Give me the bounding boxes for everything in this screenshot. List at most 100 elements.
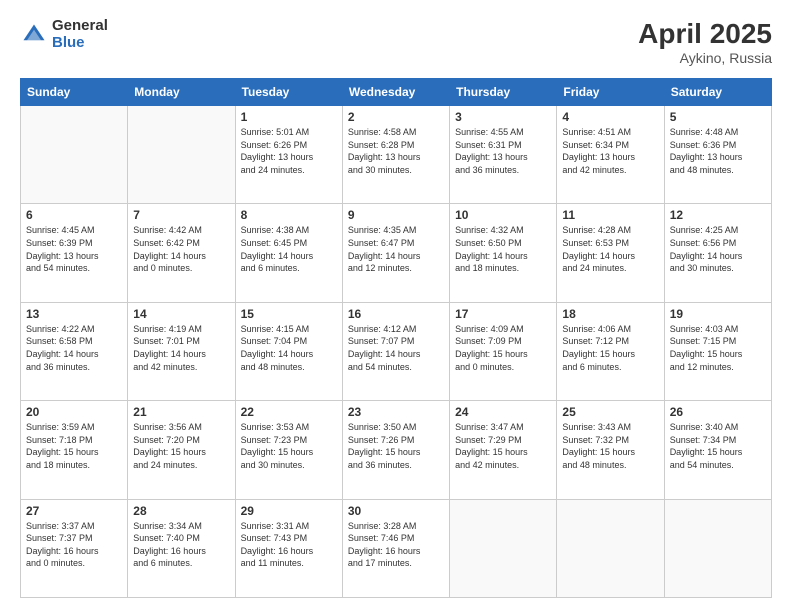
day-number: 26 <box>670 405 766 419</box>
day-info: Sunrise: 4:48 AM Sunset: 6:36 PM Dayligh… <box>670 126 766 176</box>
day-info: Sunrise: 4:15 AM Sunset: 7:04 PM Dayligh… <box>241 323 337 373</box>
calendar-day-cell: 4 Sunrise: 4:51 AM Sunset: 6:34 PM Daylig… <box>557 106 664 204</box>
day-number: 1 <box>241 110 337 124</box>
calendar-week-row: 6 Sunrise: 4:45 AM Sunset: 6:39 PM Daylig… <box>21 204 772 302</box>
logo: General Blue <box>20 18 108 51</box>
calendar-day-cell: 12 Sunrise: 4:25 AM Sunset: 6:56 PM Dayli… <box>664 204 771 302</box>
day-number: 4 <box>562 110 658 124</box>
day-info: Sunrise: 4:42 AM Sunset: 6:42 PM Dayligh… <box>133 224 229 274</box>
day-number: 19 <box>670 307 766 321</box>
title-location: Aykino, Russia <box>638 50 772 66</box>
calendar-day-cell: 1Sunrise: 5:01 AM Sunset: 6:26 PM Daylig… <box>235 106 342 204</box>
day-info: Sunrise: 4:12 AM Sunset: 7:07 PM Dayligh… <box>348 323 444 373</box>
calendar-day-cell: 7 Sunrise: 4:42 AM Sunset: 6:42 PM Daylig… <box>128 204 235 302</box>
header-cell-monday: Monday <box>128 79 235 106</box>
day-number: 29 <box>241 504 337 518</box>
calendar-day-cell: 13 Sunrise: 4:22 AM Sunset: 6:58 PM Dayli… <box>21 302 128 400</box>
day-number: 27 <box>26 504 122 518</box>
day-info: Sunrise: 4:25 AM Sunset: 6:56 PM Dayligh… <box>670 224 766 274</box>
calendar-day-cell: 6 Sunrise: 4:45 AM Sunset: 6:39 PM Daylig… <box>21 204 128 302</box>
day-info: Sunrise: 4:22 AM Sunset: 6:58 PM Dayligh… <box>26 323 122 373</box>
logo-text: General Blue <box>52 18 108 51</box>
day-number: 16 <box>348 307 444 321</box>
day-number: 6 <box>26 208 122 222</box>
day-number: 30 <box>348 504 444 518</box>
day-info: Sunrise: 4:58 AM Sunset: 6:28 PM Dayligh… <box>348 126 444 176</box>
header: General Blue April 2025 Aykino, Russia <box>20 18 772 66</box>
calendar-day-cell: 9 Sunrise: 4:35 AM Sunset: 6:47 PM Daylig… <box>342 204 449 302</box>
day-number: 11 <box>562 208 658 222</box>
day-info: Sunrise: 4:19 AM Sunset: 7:01 PM Dayligh… <box>133 323 229 373</box>
day-info: Sunrise: 4:38 AM Sunset: 6:45 PM Dayligh… <box>241 224 337 274</box>
day-info: Sunrise: 3:34 AM Sunset: 7:40 PM Dayligh… <box>133 520 229 570</box>
day-info: Sunrise: 4:06 AM Sunset: 7:12 PM Dayligh… <box>562 323 658 373</box>
day-number: 13 <box>26 307 122 321</box>
day-number: 17 <box>455 307 551 321</box>
calendar-day-cell: 25 Sunrise: 3:43 AM Sunset: 7:32 PM Dayli… <box>557 401 664 499</box>
day-info: Sunrise: 3:53 AM Sunset: 7:23 PM Dayligh… <box>241 421 337 471</box>
day-number: 9 <box>348 208 444 222</box>
calendar-day-cell <box>21 106 128 204</box>
header-cell-thursday: Thursday <box>450 79 557 106</box>
calendar-day-cell <box>557 499 664 597</box>
calendar-day-cell <box>450 499 557 597</box>
logo-general-text: General <box>52 18 108 35</box>
header-row: SundayMondayTuesdayWednesdayThursdayFrid… <box>21 79 772 106</box>
header-cell-wednesday: Wednesday <box>342 79 449 106</box>
day-number: 18 <box>562 307 658 321</box>
header-cell-saturday: Saturday <box>664 79 771 106</box>
day-number: 5 <box>670 110 766 124</box>
day-number: 24 <box>455 405 551 419</box>
calendar-day-cell: 8Sunrise: 4:38 AM Sunset: 6:45 PM Daylig… <box>235 204 342 302</box>
day-info: Sunrise: 4:03 AM Sunset: 7:15 PM Dayligh… <box>670 323 766 373</box>
calendar-week-row: 27 Sunrise: 3:37 AM Sunset: 7:37 PM Dayli… <box>21 499 772 597</box>
calendar-day-cell: 28 Sunrise: 3:34 AM Sunset: 7:40 PM Dayli… <box>128 499 235 597</box>
day-info: Sunrise: 3:50 AM Sunset: 7:26 PM Dayligh… <box>348 421 444 471</box>
day-number: 25 <box>562 405 658 419</box>
day-info: Sunrise: 3:56 AM Sunset: 7:20 PM Dayligh… <box>133 421 229 471</box>
day-number: 28 <box>133 504 229 518</box>
title-month: April 2025 <box>638 18 772 50</box>
day-number: 12 <box>670 208 766 222</box>
header-cell-tuesday: Tuesday <box>235 79 342 106</box>
calendar-day-cell: 30 Sunrise: 3:28 AM Sunset: 7:46 PM Dayli… <box>342 499 449 597</box>
day-info: Sunrise: 3:59 AM Sunset: 7:18 PM Dayligh… <box>26 421 122 471</box>
day-info: Sunrise: 3:47 AM Sunset: 7:29 PM Dayligh… <box>455 421 551 471</box>
day-number: 23 <box>348 405 444 419</box>
day-info: Sunrise: 3:37 AM Sunset: 7:37 PM Dayligh… <box>26 520 122 570</box>
day-info: Sunrise: 4:51 AM Sunset: 6:34 PM Dayligh… <box>562 126 658 176</box>
calendar-day-cell: 21Sunrise: 3:56 AM Sunset: 7:20 PM Dayli… <box>128 401 235 499</box>
day-info: Sunrise: 3:31 AM Sunset: 7:43 PM Dayligh… <box>241 520 337 570</box>
day-info: Sunrise: 4:45 AM Sunset: 6:39 PM Dayligh… <box>26 224 122 274</box>
day-info: Sunrise: 4:09 AM Sunset: 7:09 PM Dayligh… <box>455 323 551 373</box>
day-number: 7 <box>133 208 229 222</box>
day-info: Sunrise: 3:43 AM Sunset: 7:32 PM Dayligh… <box>562 421 658 471</box>
day-info: Sunrise: 4:55 AM Sunset: 6:31 PM Dayligh… <box>455 126 551 176</box>
calendar-day-cell: 14Sunrise: 4:19 AM Sunset: 7:01 PM Dayli… <box>128 302 235 400</box>
header-cell-friday: Friday <box>557 79 664 106</box>
calendar-day-cell: 29 Sunrise: 3:31 AM Sunset: 7:43 PM Dayli… <box>235 499 342 597</box>
page: General Blue April 2025 Aykino, Russia S… <box>0 0 792 612</box>
calendar-day-cell: 27 Sunrise: 3:37 AM Sunset: 7:37 PM Dayli… <box>21 499 128 597</box>
calendar-day-cell: 10Sunrise: 4:32 AM Sunset: 6:50 PM Dayli… <box>450 204 557 302</box>
calendar-week-row: 20Sunrise: 3:59 AM Sunset: 7:18 PM Dayli… <box>21 401 772 499</box>
day-info: Sunrise: 4:28 AM Sunset: 6:53 PM Dayligh… <box>562 224 658 274</box>
header-cell-sunday: Sunday <box>21 79 128 106</box>
day-number: 3 <box>455 110 551 124</box>
calendar-day-cell: 16 Sunrise: 4:12 AM Sunset: 7:07 PM Dayli… <box>342 302 449 400</box>
calendar-week-row: 1Sunrise: 5:01 AM Sunset: 6:26 PM Daylig… <box>21 106 772 204</box>
logo-blue-text: Blue <box>52 35 108 52</box>
logo-icon <box>20 21 48 49</box>
day-number: 22 <box>241 405 337 419</box>
calendar-day-cell: 18 Sunrise: 4:06 AM Sunset: 7:12 PM Dayli… <box>557 302 664 400</box>
calendar-day-cell: 15 Sunrise: 4:15 AM Sunset: 7:04 PM Dayli… <box>235 302 342 400</box>
day-info: Sunrise: 4:35 AM Sunset: 6:47 PM Dayligh… <box>348 224 444 274</box>
calendar-day-cell <box>664 499 771 597</box>
day-number: 15 <box>241 307 337 321</box>
calendar-day-cell: 24 Sunrise: 3:47 AM Sunset: 7:29 PM Dayli… <box>450 401 557 499</box>
calendar-day-cell: 23 Sunrise: 3:50 AM Sunset: 7:26 PM Dayli… <box>342 401 449 499</box>
day-info: Sunrise: 3:28 AM Sunset: 7:46 PM Dayligh… <box>348 520 444 570</box>
calendar-day-cell: 19 Sunrise: 4:03 AM Sunset: 7:15 PM Dayli… <box>664 302 771 400</box>
calendar-day-cell <box>128 106 235 204</box>
calendar-week-row: 13 Sunrise: 4:22 AM Sunset: 6:58 PM Dayli… <box>21 302 772 400</box>
